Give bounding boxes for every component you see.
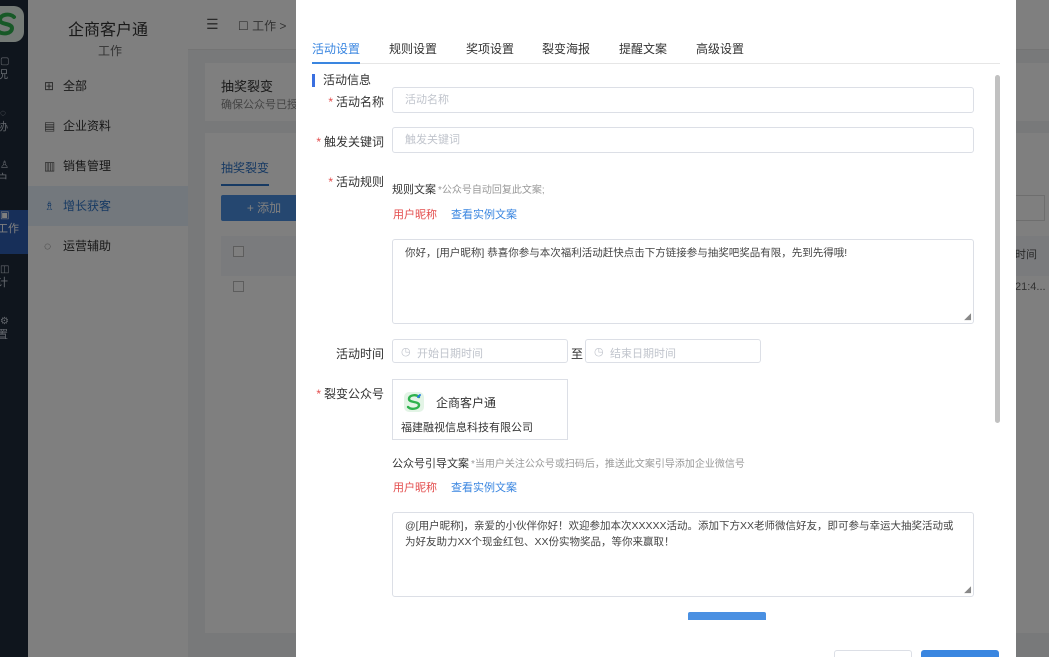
rule-text-area[interactable]: 你好，[用户昵称] 恭喜你参与本次福利活动赶快点击下方链接参与抽奖吧奖品有限，先… <box>392 239 974 324</box>
rule-text-hint: *公众号自动回复此文案; <box>438 185 545 196</box>
insert-nickname-tag[interactable]: 用户昵称 <box>393 479 437 495</box>
date-range-separator: 至 <box>571 347 584 361</box>
confirm-button[interactable] <box>921 650 999 657</box>
guide-text-area[interactable]: @[用户昵称]，亲爱的小伙伴你好！欢迎参加本次XXXXX活动。添加下方XX老师微… <box>392 512 974 597</box>
account-name: 企商客户通 <box>436 396 497 410</box>
trigger-keyword-label: * 触发关键词 <box>316 135 384 149</box>
resize-handle-icon[interactable]: ◢ <box>964 312 971 321</box>
account-logo-icon <box>404 392 424 412</box>
tab-poster[interactable]: 裂变海报 <box>542 40 590 64</box>
resize-handle-icon[interactable]: ◢ <box>964 585 971 594</box>
guide-text-hint: *当用户关注公众号或扫码后，推送此文案引导添加企业微信号 <box>471 459 745 470</box>
trigger-keyword-input[interactable] <box>392 127 974 153</box>
required-mark: * <box>316 135 321 149</box>
activity-rules-label: * 活动规则 <box>328 175 384 189</box>
tab-rule-settings[interactable]: 规则设置 <box>389 40 437 64</box>
activity-time-label: 活动时间 <box>335 347 384 361</box>
tab-advanced-settings[interactable]: 高级设置 <box>696 40 744 64</box>
cancel-button[interactable] <box>834 650 912 657</box>
activity-name-input[interactable] <box>392 87 974 113</box>
activity-dialog: 活动设置 规则设置 奖项设置 裂变海报 提醒文案 高级设置 活动信息 * 活动名称… <box>296 0 1016 657</box>
section-title: 活动信息 <box>312 74 371 87</box>
required-mark: * <box>328 95 333 109</box>
tab-prize-settings[interactable]: 奖项设置 <box>466 40 514 64</box>
account-company: 福建融视信息科技有限公司 <box>401 422 533 434</box>
upload-button[interactable] <box>688 612 766 620</box>
fission-account-label: * 裂变公众号 <box>316 387 384 401</box>
dialog-tabs: 活动设置 规则设置 奖项设置 裂变海报 提醒文案 高级设置 <box>312 40 1000 64</box>
insert-nickname-tag[interactable]: 用户昵称 <box>393 206 437 222</box>
end-datetime-picker[interactable]: ◷ 结束日期时间 <box>585 339 761 363</box>
required-mark: * <box>316 387 321 401</box>
view-sample-link[interactable]: 查看实例文案 <box>451 206 517 222</box>
activity-name-label: * 活动名称 <box>328 95 384 109</box>
start-datetime-picker[interactable]: ◷ 开始日期时间 <box>392 339 568 363</box>
scrollbar[interactable] <box>995 75 1000 423</box>
view-sample-link[interactable]: 查看实例文案 <box>451 479 517 495</box>
rule-text-label: 规则文案 *公众号自动回复此文案; <box>392 184 545 196</box>
clock-icon: ◷ <box>594 346 604 358</box>
clock-icon: ◷ <box>401 346 411 358</box>
tab-reminder-text[interactable]: 提醒文案 <box>619 40 667 64</box>
required-mark: * <box>328 175 333 189</box>
dialog-form: 活动信息 *活动名称 *触发关键词 *活动规则 规则文案*公众号自动回复此文案;… <box>312 72 1000 620</box>
tab-activity-settings[interactable]: 活动设置 <box>312 40 361 64</box>
guide-text-label: 公众号引导文案 *当用户关注公众号或扫码后，推送此文案引导添加企业微信号 <box>392 458 745 470</box>
account-card[interactable]: 企商客户通 福建融视信息科技有限公司 <box>392 379 568 440</box>
